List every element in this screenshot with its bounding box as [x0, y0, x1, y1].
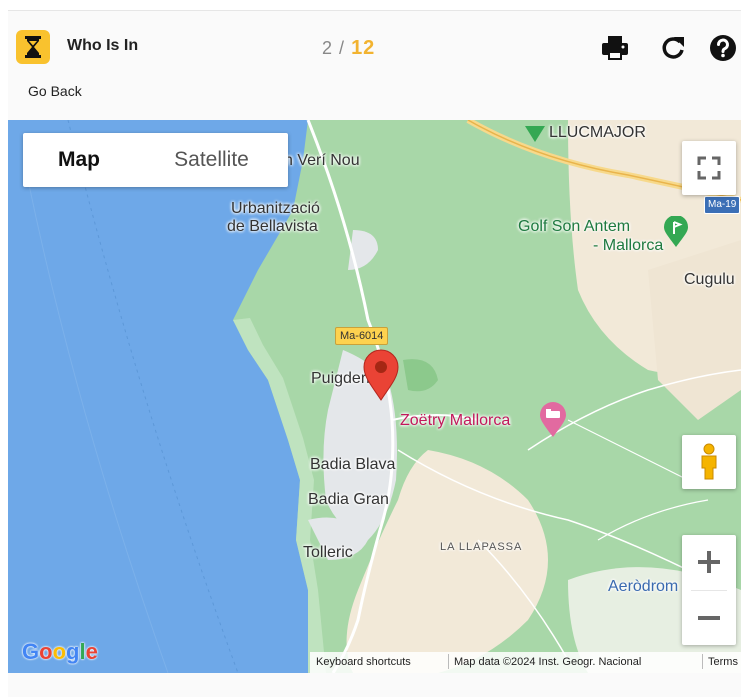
go-back-link[interactable]: Go Back — [28, 83, 82, 99]
printer-icon[interactable] — [600, 33, 630, 63]
road-badge-ma19: Ma-19 — [704, 196, 741, 214]
map-label-cugulu: Cugulu — [684, 271, 735, 288]
map-view[interactable]: n Verí Nou LLUCMAJOR Urbanització de Bel… — [8, 120, 741, 673]
app-card: Who Is In 2 / 12 Go Back n Verí Nou LLUC… — [8, 10, 741, 697]
map-label-golf-son-antem: Golf Son Antem — [518, 218, 631, 235]
counter-separator: / — [339, 38, 346, 58]
location-marker-icon[interactable] — [363, 349, 399, 406]
google-logo: Google — [22, 639, 98, 664]
attribution-divider — [448, 654, 449, 669]
map-type-control: Map Satellite — [23, 133, 288, 187]
help-icon[interactable] — [708, 33, 738, 63]
hotel-poi-icon[interactable] — [539, 402, 567, 443]
map-type-map-button[interactable]: Map — [23, 133, 135, 187]
llucmajor-poi-icon — [525, 126, 545, 149]
counter-total: 12 — [351, 37, 376, 59]
map-label-llucmajor: LLUCMAJOR — [549, 124, 646, 141]
map-label-aerodrom: Aeròdrom — [608, 578, 679, 595]
counter-current: 2 — [322, 38, 334, 58]
map-label-veri-nou: n Verí Nou — [284, 152, 360, 169]
refresh-icon[interactable] — [658, 33, 688, 63]
app-title: Who Is In — [67, 37, 139, 54]
map-attribution-bar: Keyboard shortcuts Map data ©2024 Inst. … — [310, 652, 741, 673]
record-counter: 2 / 12 — [322, 37, 375, 60]
map-label-bellavista: de Bellavista — [227, 218, 318, 235]
map-type-satellite-button[interactable]: Satellite — [135, 133, 288, 187]
map-label-zoetry: Zoëtry Mallorca — [400, 412, 511, 429]
street-view-button[interactable] — [682, 435, 736, 489]
header: Who Is In 2 / 12 Go Back — [8, 11, 741, 119]
fullscreen-icon — [697, 156, 721, 180]
map-label-badia-blava: Badia Blava — [310, 456, 396, 473]
attribution-divider — [702, 654, 703, 669]
map-label-badia-gran: Badia Gran — [308, 491, 389, 508]
map-label-la-llapassa: LA LLAPASSA — [440, 541, 523, 553]
golf-poi-icon — [663, 215, 689, 253]
keyboard-shortcuts-link[interactable]: Keyboard shortcuts — [316, 656, 411, 668]
minus-icon — [698, 616, 720, 620]
map-label-tolleric: Tolleric — [303, 544, 353, 561]
map-data-text: Map data ©2024 Inst. Geogr. Nacional — [454, 656, 642, 668]
map-label-urbanitzacio: Urbanització — [231, 200, 320, 217]
zoom-in-button[interactable] — [682, 535, 736, 590]
terms-link[interactable]: Terms — [708, 656, 738, 668]
hourglass-logo-icon — [16, 30, 50, 64]
fullscreen-button[interactable] — [682, 141, 736, 195]
pegman-icon — [701, 443, 717, 480]
map-label-golf-mallorca: - Mallorca — [593, 237, 664, 254]
road-badge-ma6014: Ma-6014 — [335, 327, 389, 345]
zoom-control — [682, 535, 736, 645]
plus-icon — [698, 551, 720, 573]
zoom-out-button[interactable] — [682, 590, 736, 645]
